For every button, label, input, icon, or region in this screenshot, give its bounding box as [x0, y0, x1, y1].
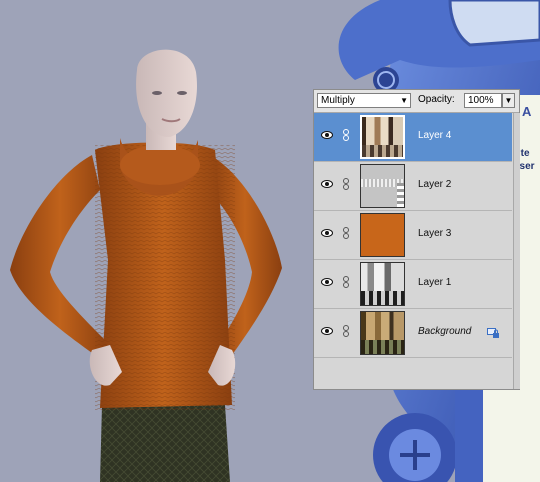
right-panel-text: A — [522, 104, 531, 119]
layer-thumbnail — [360, 213, 405, 257]
layers-list: Layer 4 Layer 2 Layer 3 Layer 1 Backgrou… — [314, 113, 512, 358]
right-panel-fragment: A — [522, 104, 532, 119]
opacity-dropdown-button[interactable]: ▼ — [502, 93, 515, 108]
chevron-down-icon: ▼ — [504, 96, 513, 105]
opacity-input[interactable]: 100% — [464, 93, 502, 108]
layer-name: Layer 3 — [418, 228, 452, 239]
lock-icon — [487, 328, 499, 338]
layer-row-layer-1[interactable]: Layer 1 — [314, 260, 512, 309]
layer-name: Layer 2 — [418, 179, 452, 190]
link-icon[interactable] — [342, 129, 350, 141]
layer-thumbnail — [360, 311, 405, 355]
layers-panel: Multiply ▼ Opacity: 100% ▼ Layer 4 Layer… — [313, 89, 520, 390]
eye-icon[interactable] — [321, 180, 333, 188]
link-icon[interactable] — [342, 276, 350, 288]
link-icon[interactable] — [342, 325, 350, 337]
eye-icon[interactable] — [321, 229, 333, 237]
layer-name: Layer 4 — [418, 130, 452, 141]
layer-row-layer-2[interactable]: Layer 2 — [314, 162, 512, 211]
layer-thumbnail — [360, 164, 405, 208]
blend-mode-select[interactable]: Multiply ▼ — [317, 93, 411, 108]
chevron-down-icon: ▼ — [400, 96, 408, 105]
layer-row-layer-3[interactable]: Layer 3 — [314, 211, 512, 260]
layer-thumbnail — [360, 262, 405, 306]
opacity-label: Opacity: — [418, 94, 455, 105]
sim-character — [10, 49, 282, 482]
link-icon[interactable] — [342, 178, 350, 190]
layers-panel-toolbar: Multiply ▼ Opacity: 100% ▼ — [314, 90, 519, 113]
layer-name: Layer 1 — [418, 277, 452, 288]
layer-thumbnail — [360, 115, 405, 159]
blend-mode-value: Multiply — [321, 95, 355, 106]
layer-row-background[interactable]: Background — [314, 309, 512, 358]
layer-row-layer-4[interactable]: Layer 4 — [314, 113, 512, 162]
eye-icon[interactable] — [321, 278, 333, 286]
link-icon[interactable] — [342, 227, 350, 239]
eye-icon[interactable] — [321, 131, 333, 139]
layers-scrollbar[interactable] — [513, 113, 520, 389]
eye-icon[interactable] — [321, 327, 333, 335]
layer-name: Background — [418, 326, 472, 337]
